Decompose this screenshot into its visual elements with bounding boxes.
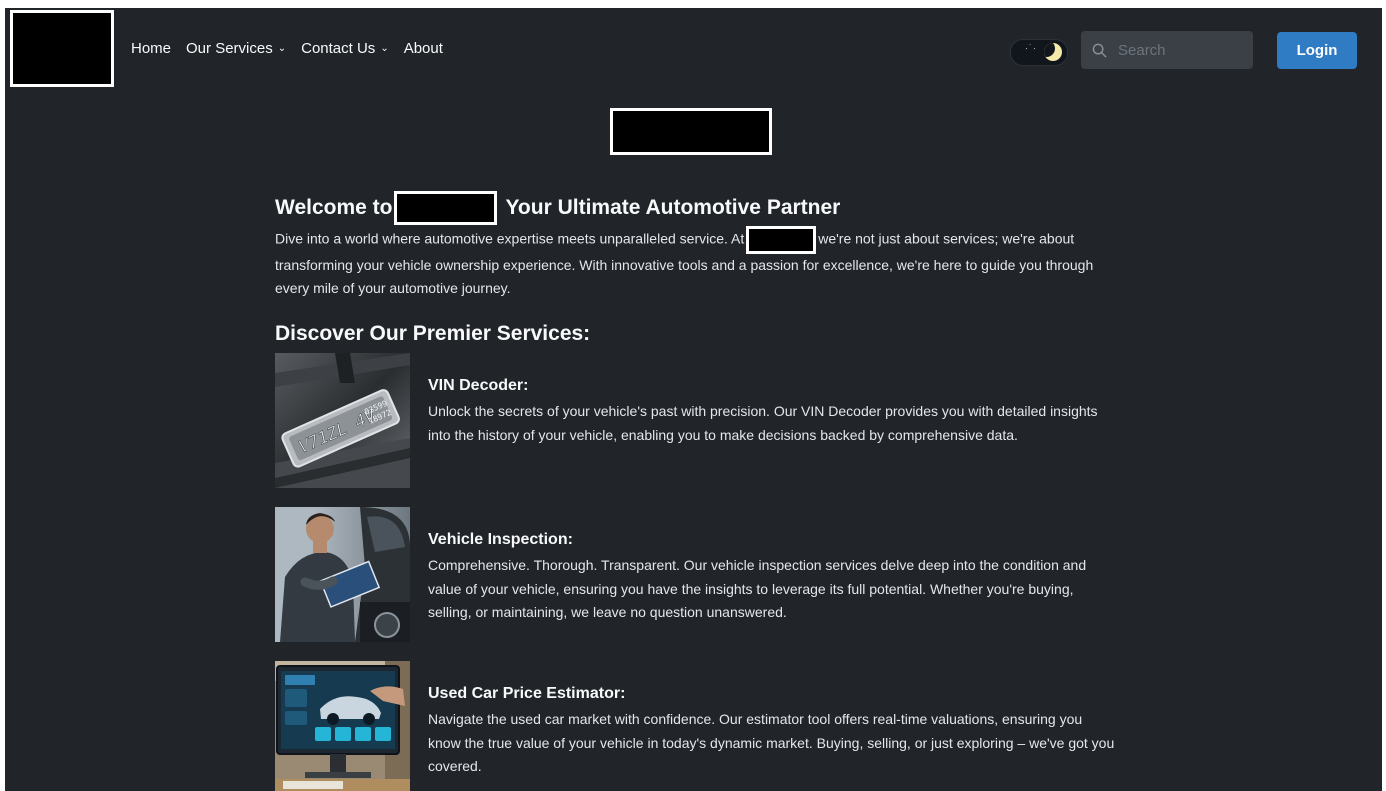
redacted-brand-name <box>394 191 498 225</box>
intro-paragraph: Dive into a world where automotive exper… <box>275 226 1115 300</box>
service-price-estimator: Used Car Price Estimator: Navigate the u… <box>275 661 1115 791</box>
service-vin-decoder: V71ZL 4V 03599 18972 VIN Decoder: Unlock… <box>275 353 1115 507</box>
brand-banner <box>610 108 772 155</box>
search-box[interactable] <box>1081 31 1253 69</box>
chevron-down-icon: ⌄ <box>380 43 389 54</box>
welcome-prefix: Welcome to <box>275 196 393 219</box>
nav-home-label: Home <box>131 40 172 57</box>
nav-about[interactable]: About <box>404 40 443 57</box>
inspection-image <box>275 507 410 642</box>
nav-links: Home Our Services ⌄ Contact Us ⌄ About <box>131 40 458 57</box>
vin-plate-image: V71ZL 4V 03599 18972 <box>275 353 410 488</box>
theme-toggle[interactable]: ·˙· <box>1010 39 1068 66</box>
intro-text-part1: Dive into a world where automotive exper… <box>275 230 745 247</box>
site-logo[interactable] <box>10 10 114 87</box>
nav-about-label: About <box>403 40 443 57</box>
service-description: Unlock the secrets of your vehicle's pas… <box>428 403 1098 443</box>
stars-icon: ·˙· <box>1025 43 1037 53</box>
main-content: Welcome to Your Ultimate Automotive Part… <box>275 191 1115 791</box>
nav-home[interactable]: Home <box>131 40 171 57</box>
service-title: VIN Decoder: <box>428 377 529 394</box>
login-button[interactable]: Login <box>1277 32 1357 69</box>
chevron-down-icon: ⌄ <box>277 43 287 54</box>
nav-our-services[interactable]: Our Services ⌄ <box>186 40 286 57</box>
service-text: VIN Decoder: Unlock the secrets of your … <box>428 377 1118 447</box>
nav-contact-us-label: Contact Us <box>301 40 376 57</box>
service-text: Used Car Price Estimator: Navigate the u… <box>428 685 1118 779</box>
services-heading: Discover Our Premier Services: <box>275 322 591 345</box>
search-icon <box>1092 43 1107 57</box>
nav-contact-us[interactable]: Contact Us ⌄ <box>301 40 389 57</box>
price-estimator-image <box>275 661 410 791</box>
redacted-brand-inline <box>746 226 817 254</box>
nav-our-services-label: Our Services <box>186 40 273 57</box>
service-vehicle-inspection: Vehicle Inspection: Comprehensive. Thoro… <box>275 507 1115 661</box>
app-window: Home Our Services ⌄ Contact Us ⌄ About ·˙·… <box>5 8 1382 791</box>
service-title: Used Car Price Estimator: <box>428 685 626 702</box>
search-input[interactable] <box>1116 40 1240 60</box>
welcome-heading: Welcome to Your Ultimate Automotive Part… <box>275 191 1115 225</box>
navbar: Home Our Services ⌄ Contact Us ⌄ About ·˙·… <box>5 8 1382 88</box>
moon-icon <box>1044 43 1062 61</box>
welcome-suffix: Your Ultimate Automotive Partner <box>505 196 841 219</box>
service-description: Comprehensive. Thorough. Transparent. Ou… <box>428 557 1087 620</box>
service-text: Vehicle Inspection: Comprehensive. Thoro… <box>428 531 1118 625</box>
service-description: Navigate the used car market with confid… <box>428 711 1115 774</box>
service-title: Vehicle Inspection: <box>428 531 573 548</box>
